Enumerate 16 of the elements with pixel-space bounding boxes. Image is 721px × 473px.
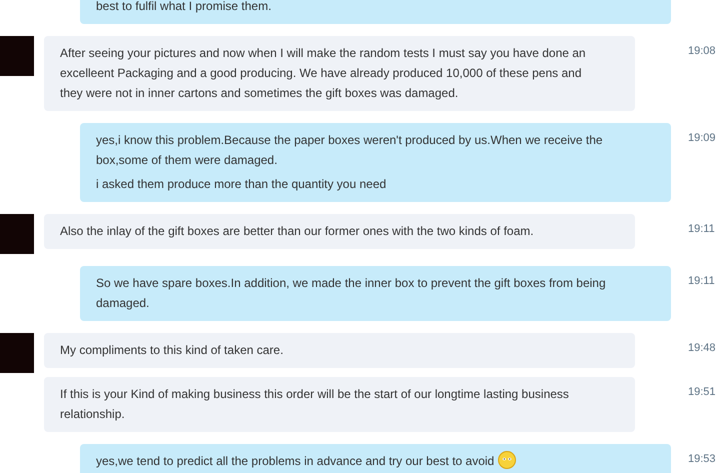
message-text: If this is your Kind of making business this order will be the start of our longtime lasting business relationship. [60,386,570,423]
message-time: 19:48 [688,341,716,354]
message-text: i asked them produce more than the quantity you need [96,176,388,193]
message-text: So we have spare boxes.In addition, we made the inner box to prevent the gift boxes from being damaged. [96,275,607,312]
message-text: Also the inlay of the gift boxes are better than our former ones with the two kinds of foam. [60,223,535,240]
message-time: 19:09 [688,131,716,144]
message-time: 19:08 [688,44,716,57]
message-time: 19:11 [688,274,715,287]
message-time: 19:11 [688,222,715,235]
message-text: yes,i know this problem.Because the paper boxes weren't produced by us.When we receive the box,some of them were damaged. [96,132,604,169]
message-text: yes,we tend to predict all the problems in advance and try our best to avoid [96,451,627,471]
message-text: best to fulfil what I promise them. [96,0,272,15]
message-time: 19:53 [688,452,716,465]
message-time: 19:51 [688,385,716,398]
message-text: After seeing your pictures and now when I will make the random tests I must say you have done an excelleent Packaging and a good producing. We have already produced 10,000 of these pens and they were not in inner cartons and sometimes the gift boxes was damaged. [60,45,587,102]
message-text: My compliments to this kind of taken care. [60,342,284,359]
